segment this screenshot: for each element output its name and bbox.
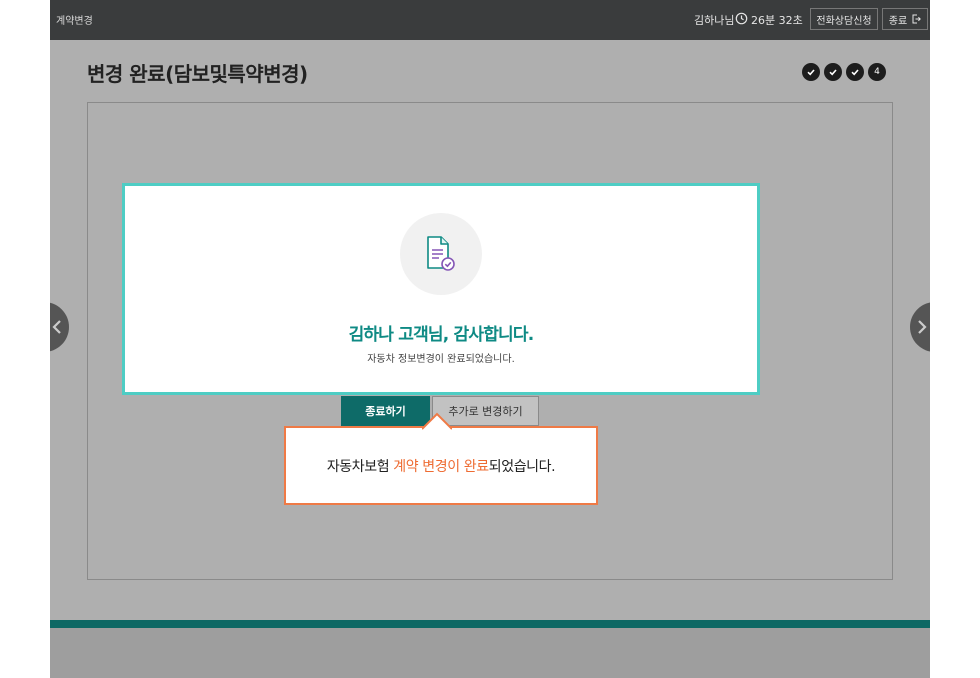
step-3-done <box>846 63 864 81</box>
phone-consult-label: 전화상담신청 <box>816 15 872 27</box>
tooltip-text: 자동차보험 계약 변경이 완료되었습니다. <box>326 456 556 476</box>
chevron-left-icon <box>52 320 61 334</box>
tooltip-prefix: 자동차보험 <box>326 458 394 475</box>
end-session-button[interactable]: 종료 <box>882 8 928 30</box>
document-check-icon <box>427 236 455 271</box>
check-icon <box>807 69 815 76</box>
prev-slide-button[interactable] <box>50 302 69 352</box>
step-indicator: 4 <box>802 63 886 81</box>
finish-button[interactable]: 종료하기 <box>341 396 430 426</box>
phone-consult-button[interactable]: 전화상담신청 <box>810 8 878 30</box>
page-title: 변경 완료(담보및특약변경) <box>87 62 308 86</box>
tooltip-arrow <box>422 412 452 430</box>
check-icon <box>829 69 837 76</box>
user-name: 김하나님 <box>694 14 735 27</box>
footer-area <box>50 628 930 678</box>
document-icon-circle <box>400 213 482 295</box>
additional-change-label: 추가로 변경하기 <box>448 405 523 418</box>
tooltip-highlight: 계약 변경이 완료 <box>393 458 489 475</box>
chevron-right-icon <box>918 320 927 334</box>
finish-button-label: 종료하기 <box>365 405 406 418</box>
modal-title: 김하나 고객님, 감사합니다. <box>348 325 535 345</box>
completion-modal: 김하나 고객님, 감사합니다. 자동차 정보변경이 완료되었습니다. <box>122 183 760 395</box>
exit-icon <box>912 14 922 24</box>
app-title: 계약변경 <box>56 16 93 27</box>
step-1-done <box>802 63 820 81</box>
completion-tooltip: 자동차보험 계약 변경이 완료되었습니다. <box>284 412 598 505</box>
check-icon <box>851 69 859 76</box>
step-4-current: 4 <box>868 63 886 81</box>
clock-icon <box>735 12 748 25</box>
step-2-done <box>824 63 842 81</box>
next-slide-button[interactable] <box>910 302 930 352</box>
session-timer: 26분 32초 <box>751 14 803 27</box>
end-session-label: 종료 <box>888 15 908 27</box>
top-bar: 계약변경 김하나님 26분 32초 전화상담신청 종료 <box>50 0 930 40</box>
bottom-accent-bar <box>50 620 930 628</box>
tooltip-suffix: 되었습니다. <box>488 458 556 475</box>
modal-subtitle: 자동차 정보변경이 완료되었습니다. <box>367 354 515 365</box>
